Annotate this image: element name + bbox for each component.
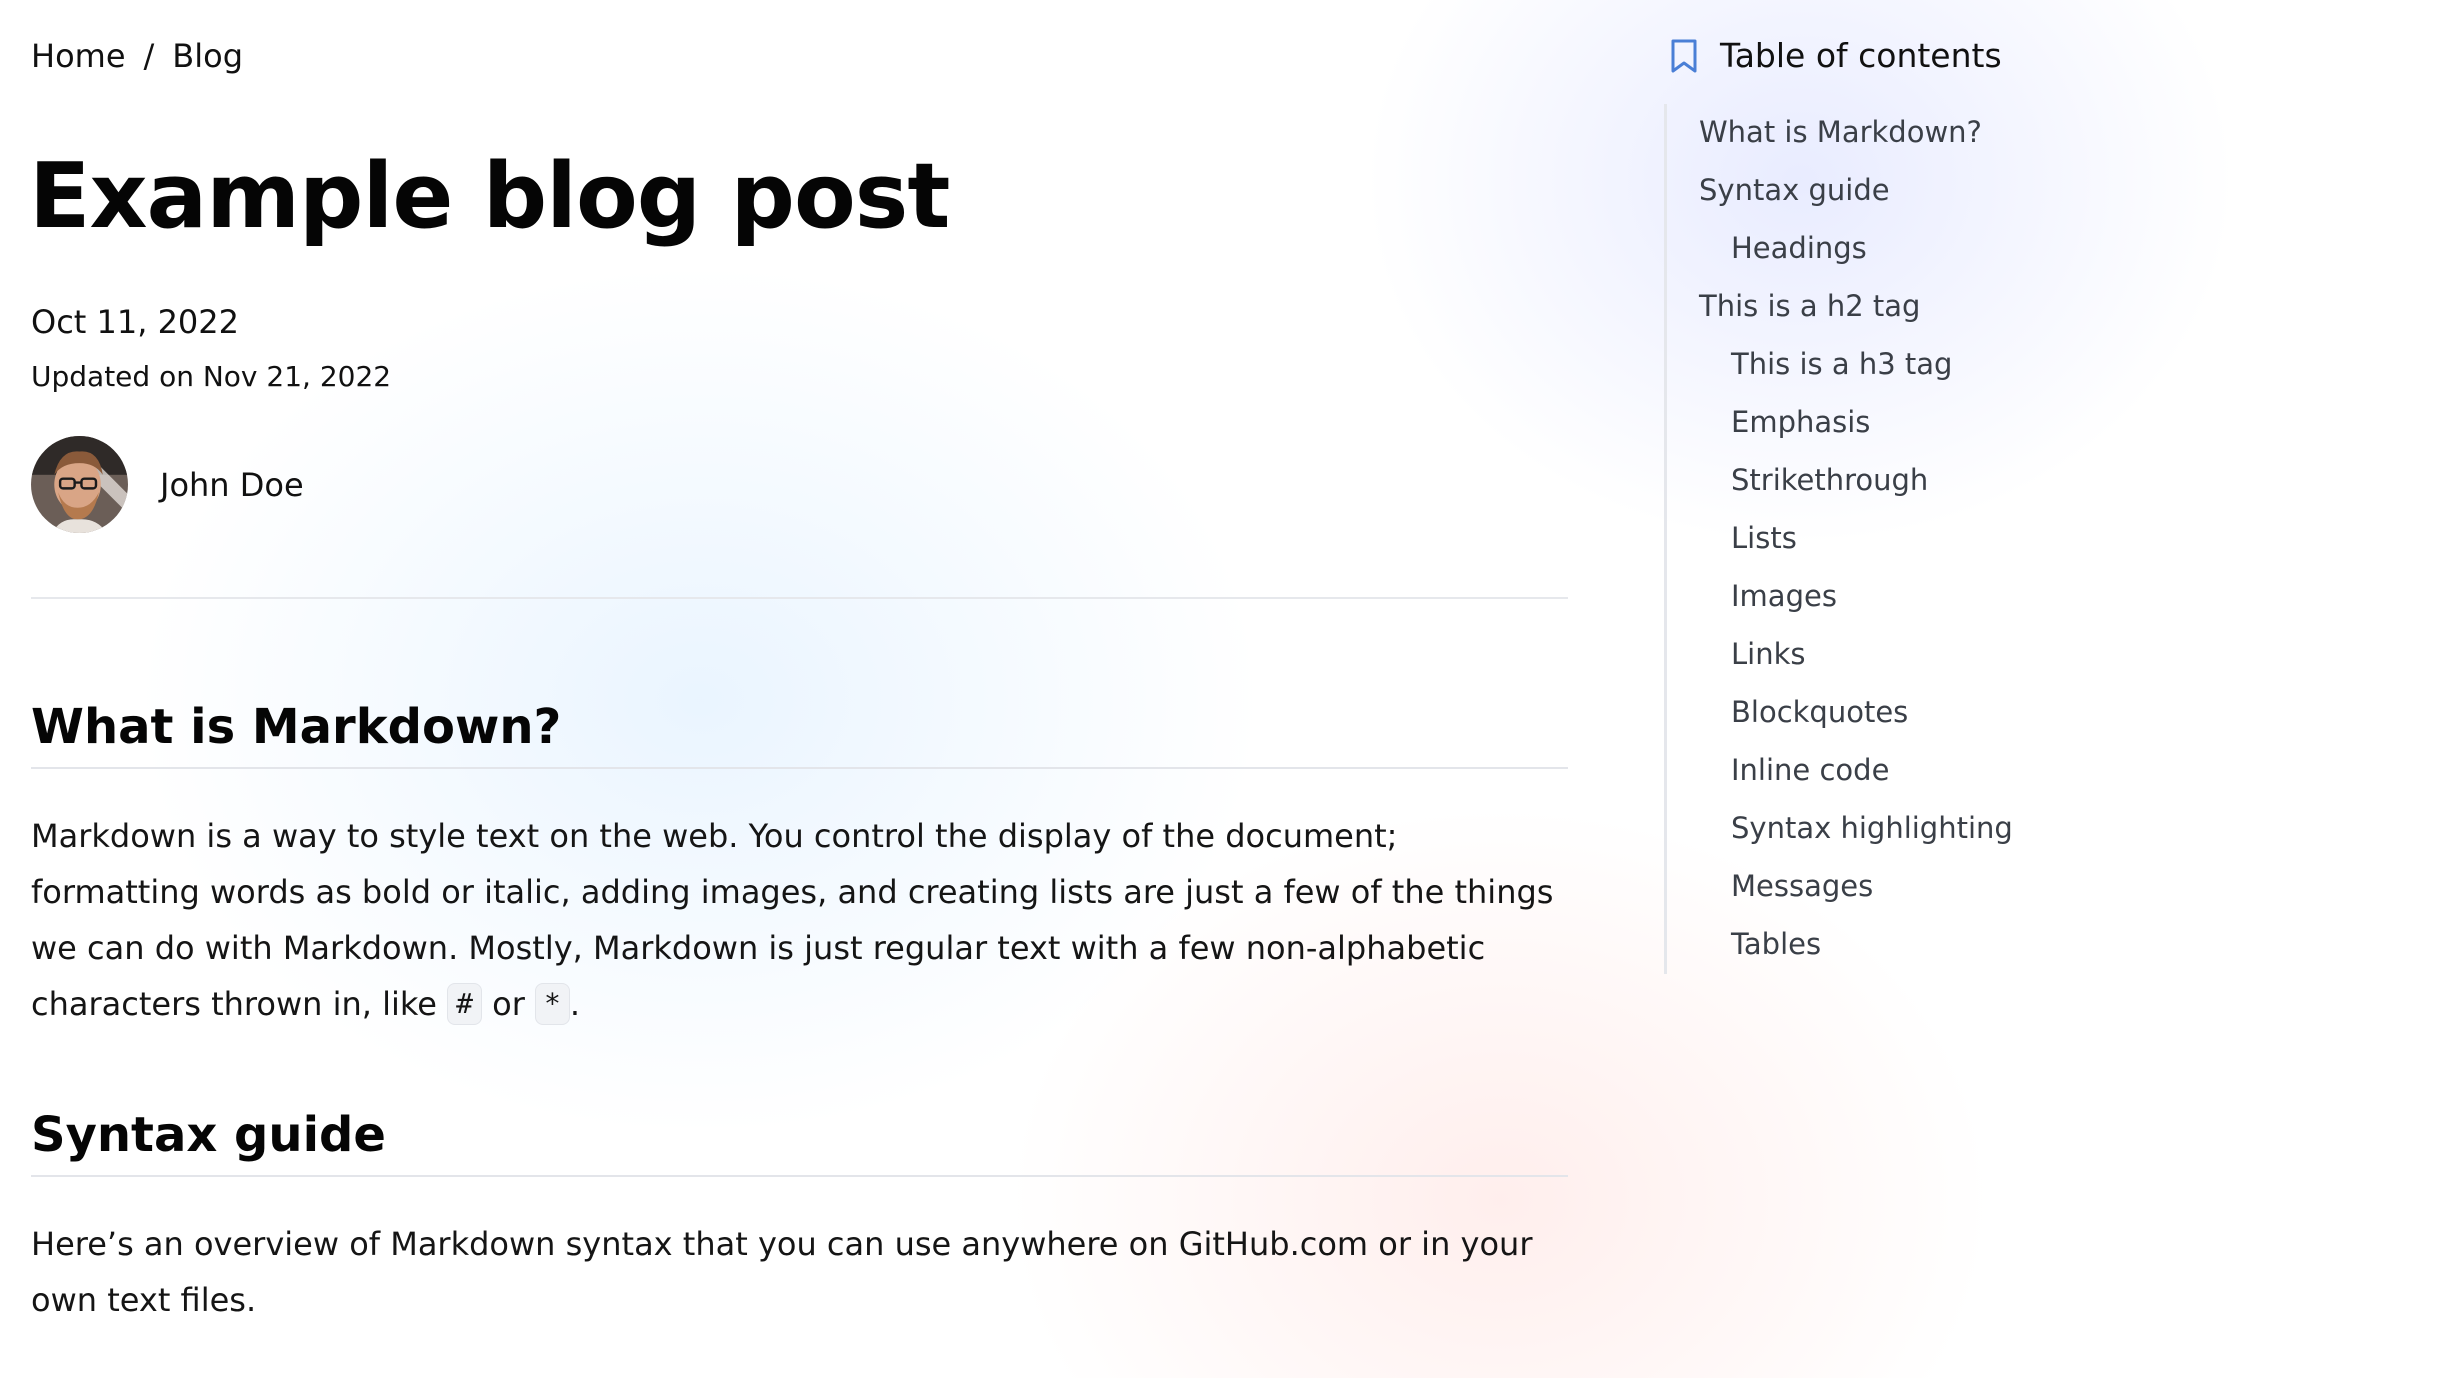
inline-code-asterisk: *	[535, 983, 570, 1025]
bookmark-icon	[1664, 34, 1704, 78]
page-title: Example blog post	[29, 144, 950, 249]
toc-item[interactable]: Inline code	[1664, 748, 2013, 806]
paragraph-text: Markdown is a way to style text on the w…	[31, 817, 1554, 1023]
toc-title: Table of contents	[1720, 36, 2002, 75]
header-divider	[31, 597, 1568, 599]
toc-item[interactable]: What is Markdown?	[1664, 110, 2013, 168]
breadcrumb: Home / Blog	[31, 34, 243, 78]
inline-code-hash: #	[447, 983, 482, 1025]
toc-item[interactable]: Images	[1664, 574, 2013, 632]
post-updated-date: Updated on Nov 21, 2022	[31, 360, 392, 393]
toc-header: Table of contents	[1664, 34, 2002, 78]
section-heading-rule	[31, 1175, 1568, 1177]
author-byline: John Doe	[31, 436, 304, 533]
toc-item[interactable]: Tables	[1664, 922, 2013, 980]
paragraph-text-or: or	[481, 985, 536, 1023]
section-heading-syntax-guide: Syntax guide	[31, 1107, 386, 1163]
breadcrumb-blog-link[interactable]: Blog	[172, 37, 243, 75]
author-name[interactable]: John Doe	[160, 463, 304, 507]
toc-item[interactable]: Headings	[1664, 226, 2013, 284]
toc-item[interactable]: Emphasis	[1664, 400, 2013, 458]
paragraph-markdown-intro: Markdown is a way to style text on the w…	[31, 808, 1568, 1032]
toc-item[interactable]: This is a h2 tag	[1664, 284, 2013, 342]
toc-item[interactable]: This is a h3 tag	[1664, 342, 2013, 400]
section-heading-rule	[31, 767, 1568, 769]
breadcrumb-home-link[interactable]: Home	[31, 37, 126, 75]
post-date: Oct 11, 2022	[31, 303, 239, 341]
toc-item[interactable]: Messages	[1664, 864, 2013, 922]
paragraph-syntax-intro: Here’s an overview of Markdown syntax th…	[31, 1225, 1533, 1319]
toc-item[interactable]: Syntax highlighting	[1664, 806, 2013, 864]
breadcrumb-separator: /	[143, 37, 155, 75]
avatar	[31, 436, 128, 533]
toc-item[interactable]: Blockquotes	[1664, 690, 2013, 748]
paragraph-text-end: .	[569, 985, 581, 1023]
toc-item[interactable]: Lists	[1664, 516, 2013, 574]
section-heading-what-is-markdown: What is Markdown?	[31, 699, 562, 755]
toc-item[interactable]: Strikethrough	[1664, 458, 2013, 516]
toc-item[interactable]: Syntax guide	[1664, 168, 2013, 226]
toc-list: What is Markdown? Syntax guide Headings Thi…	[1664, 110, 2013, 980]
toc-item[interactable]: Links	[1664, 632, 2013, 690]
